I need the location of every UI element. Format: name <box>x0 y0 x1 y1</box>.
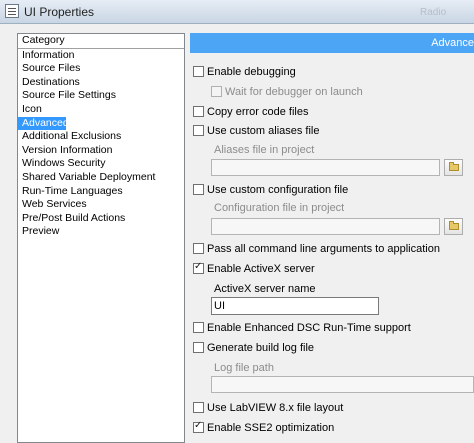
category-list[interactable]: Category Information Source Files Destin… <box>17 33 185 443</box>
category-item-source-files[interactable]: Source Files <box>18 62 184 76</box>
aliases-file-path[interactable] <box>211 159 440 176</box>
category-item-destinations[interactable]: Destinations <box>18 76 184 90</box>
category-item-additional-exclusions[interactable]: Additional Exclusions <box>18 130 184 144</box>
use-custom-aliases-option[interactable]: Use custom aliases file <box>193 124 320 139</box>
use-custom-aliases-checkbox[interactable] <box>193 124 204 136</box>
copy-error-code-files-option[interactable]: Copy error code files <box>193 105 309 120</box>
build-log-label: Generate build log file <box>207 342 315 355</box>
build-log-checkbox[interactable] <box>193 341 204 353</box>
config-file-path[interactable] <box>211 218 440 235</box>
section-header: Advance <box>190 33 474 53</box>
enhanced-dsc-checkbox[interactable] <box>193 321 204 333</box>
wait-for-debugger-label: Wait for debugger on launch <box>225 86 363 99</box>
use-custom-config-option[interactable]: Use custom configuration file <box>193 183 349 198</box>
folder-icon <box>449 221 459 230</box>
folder-icon <box>449 162 459 171</box>
category-item-preview[interactable]: Preview <box>18 225 184 239</box>
pass-all-args-option[interactable]: Pass all command line arguments to appli… <box>193 242 440 257</box>
pass-all-args-label: Pass all command line arguments to appli… <box>207 243 440 256</box>
title-bar: UI Properties Radio <box>0 0 474 24</box>
category-item-icon[interactable]: Icon <box>18 103 184 117</box>
enable-debugging-label: Enable debugging <box>207 66 296 79</box>
copy-error-code-files-label: Copy error code files <box>207 106 309 119</box>
sse2-label: Enable SSE2 optimization <box>207 422 335 435</box>
activex-name-label: ActiveX server name <box>214 283 316 295</box>
activex-name-input[interactable] <box>211 297 379 315</box>
labview-8x-layout-option[interactable]: Use LabVIEW 8.x file layout <box>193 401 344 416</box>
category-item-source-file-settings[interactable]: Source File Settings <box>18 89 184 103</box>
window-icon <box>5 4 19 18</box>
use-custom-aliases-label: Use custom aliases file <box>207 125 320 138</box>
copy-error-code-files-checkbox[interactable] <box>193 105 204 117</box>
aliases-file-label: Aliases file in project <box>214 144 315 156</box>
labview-8x-layout-label: Use LabVIEW 8.x file layout <box>207 402 344 415</box>
sse2-checkbox[interactable] <box>193 420 204 433</box>
enable-debugging-option[interactable]: Enable debugging <box>193 65 296 80</box>
pass-all-args-checkbox[interactable] <box>193 242 204 254</box>
enable-activex-checkbox[interactable] <box>193 261 204 274</box>
use-custom-config-label: Use custom configuration file <box>207 184 349 197</box>
category-item-run-time-languages[interactable]: Run-Time Languages <box>18 185 184 199</box>
section-title: Advance <box>431 37 474 49</box>
category-item-advanced[interactable]: Advanced <box>18 116 69 131</box>
category-item-windows-security[interactable]: Windows Security <box>18 157 184 171</box>
enable-activex-option[interactable]: Enable ActiveX server <box>193 261 315 277</box>
category-item-information[interactable]: Information <box>18 49 184 63</box>
enhanced-dsc-label: Enable Enhanced DSC Run-Time support <box>207 322 411 335</box>
category-item-shared-variable-deployment[interactable]: Shared Variable Deployment <box>18 171 184 185</box>
log-file-path[interactable] <box>211 376 474 393</box>
labview-8x-layout-checkbox[interactable] <box>193 401 204 413</box>
wait-for-debugger-checkbox[interactable] <box>211 85 222 97</box>
log-file-label: Log file path <box>214 362 274 374</box>
config-file-label: Configuration file in project <box>214 202 345 214</box>
build-log-option[interactable]: Generate build log file <box>193 341 315 356</box>
window-title: UI Properties <box>24 5 95 19</box>
sse2-option[interactable]: Enable SSE2 optimization <box>193 420 335 436</box>
category-item-web-services[interactable]: Web Services <box>18 198 184 212</box>
enable-activex-label: Enable ActiveX server <box>207 263 315 276</box>
aliases-browse-button[interactable] <box>444 159 463 176</box>
category-item-version-information[interactable]: Version Information <box>18 144 184 158</box>
category-item-pre-post-build-actions[interactable]: Pre/Post Build Actions <box>18 212 184 226</box>
background-window-label: Radio <box>420 7 447 18</box>
use-custom-config-checkbox[interactable] <box>193 183 204 195</box>
category-list-header: Category <box>18 34 184 49</box>
wait-for-debugger-option[interactable]: Wait for debugger on launch <box>211 85 363 100</box>
enhanced-dsc-option[interactable]: Enable Enhanced DSC Run-Time support <box>193 321 411 336</box>
enable-debugging-checkbox[interactable] <box>193 65 204 77</box>
config-browse-button[interactable] <box>444 218 463 235</box>
